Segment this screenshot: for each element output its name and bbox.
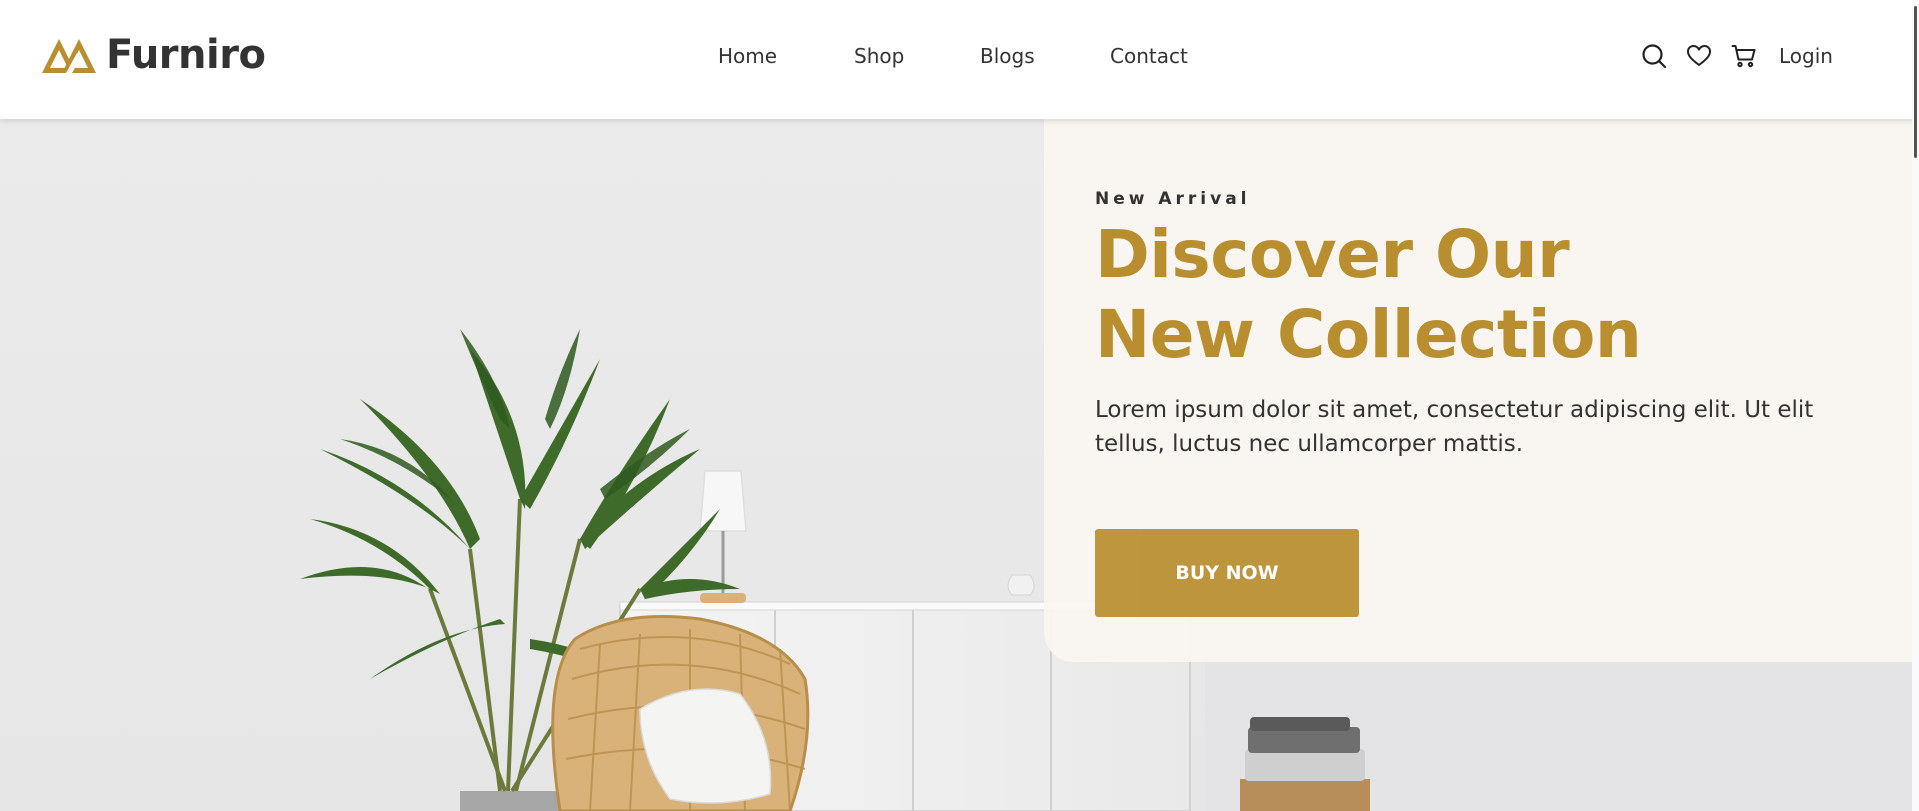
cart-icon[interactable] xyxy=(1730,42,1758,70)
hero-card: New Arrival Discover Our New Collection … xyxy=(1044,119,1912,662)
nav-shop-link[interactable]: Shop xyxy=(854,44,904,68)
buy-now-button[interactable]: BUY NOW xyxy=(1095,529,1359,617)
site-header: Furniro Home Shop Blogs Contact Login xyxy=(0,0,1919,119)
hero-section: New Arrival Discover Our New Collection … xyxy=(0,119,1912,811)
page-scrollbar[interactable] xyxy=(1912,0,1919,811)
nav-contact-link[interactable]: Contact xyxy=(1110,44,1188,68)
hero-headline-line-2: New Collection xyxy=(1095,296,1642,373)
hero-eyebrow: New Arrival xyxy=(1095,189,1251,209)
header-actions: Login xyxy=(1640,42,1833,70)
hero-headline-line-1: Discover Our xyxy=(1095,216,1570,293)
logo-icon xyxy=(42,39,96,73)
search-icon[interactable] xyxy=(1640,42,1668,70)
login-link[interactable]: Login xyxy=(1779,44,1833,68)
nav-home-link[interactable]: Home xyxy=(718,44,777,68)
hero-headline: Discover Our New Collection xyxy=(1095,215,1642,375)
nav-blogs-link[interactable]: Blogs xyxy=(980,44,1035,68)
brand-logo[interactable]: Furniro xyxy=(40,32,266,78)
scrollbar-thumb[interactable] xyxy=(1914,6,1917,158)
hero-description: Lorem ipsum dolor sit amet, consectetur … xyxy=(1095,397,1814,457)
brand-name: Furniro xyxy=(106,32,266,78)
heart-icon[interactable] xyxy=(1685,42,1713,70)
